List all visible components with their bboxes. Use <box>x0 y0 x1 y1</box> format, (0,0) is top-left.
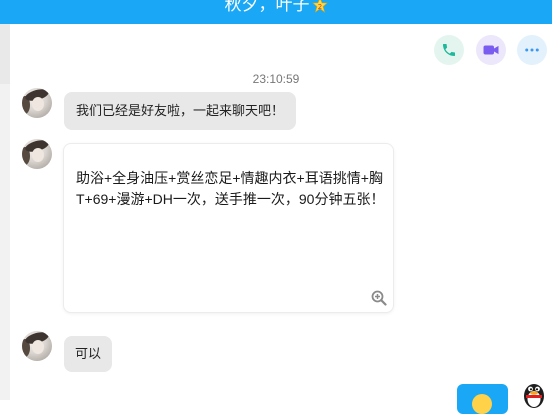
message-timestamp: 23:10:59 <box>252 72 300 86</box>
level-star-badge-icon: 2 <box>311 0 328 13</box>
penguin-avatar-icon[interactable] <box>519 379 549 409</box>
contact-avatar[interactable] <box>22 331 52 361</box>
contact-avatar[interactable] <box>22 88 52 118</box>
message-bubble[interactable]: 可以 <box>64 336 113 372</box>
video-camera-icon <box>483 45 499 55</box>
chat-title: 秋夕，叶子 <box>224 0 310 14</box>
video-call-button[interactable] <box>476 35 506 65</box>
chat-header: 秋夕，叶子 2 <box>0 0 552 24</box>
message-text: 我们已经是好友啦，一起来聊天吧！ <box>76 103 285 118</box>
more-options-button[interactable] <box>517 35 547 65</box>
more-dots-icon <box>525 48 539 52</box>
message-text: 可以 <box>75 346 102 361</box>
chat-title-row: 秋夕，叶子 2 <box>0 0 552 16</box>
message-bubble[interactable]: 我们已经是好友啦，一起来聊天吧！ <box>64 92 297 130</box>
message-card[interactable]: 助浴+全身油压+赏丝恋足+情趣内衣+耳语挑情+胸T+69+漫游+DH一次，送手推… <box>63 143 394 313</box>
voice-call-button[interactable] <box>434 35 464 65</box>
outgoing-message-bubble[interactable] <box>457 384 508 414</box>
message-text: 助浴+全身油压+赏丝恋足+情趣内衣+耳语挑情+胸T+69+漫游+DH一次，送手推… <box>76 170 385 207</box>
zoom-in-icon[interactable] <box>371 290 387 306</box>
phone-icon <box>443 44 455 56</box>
svg-text:2: 2 <box>317 3 321 11</box>
contact-avatar[interactable] <box>22 139 52 169</box>
sticker-icon <box>472 394 492 414</box>
